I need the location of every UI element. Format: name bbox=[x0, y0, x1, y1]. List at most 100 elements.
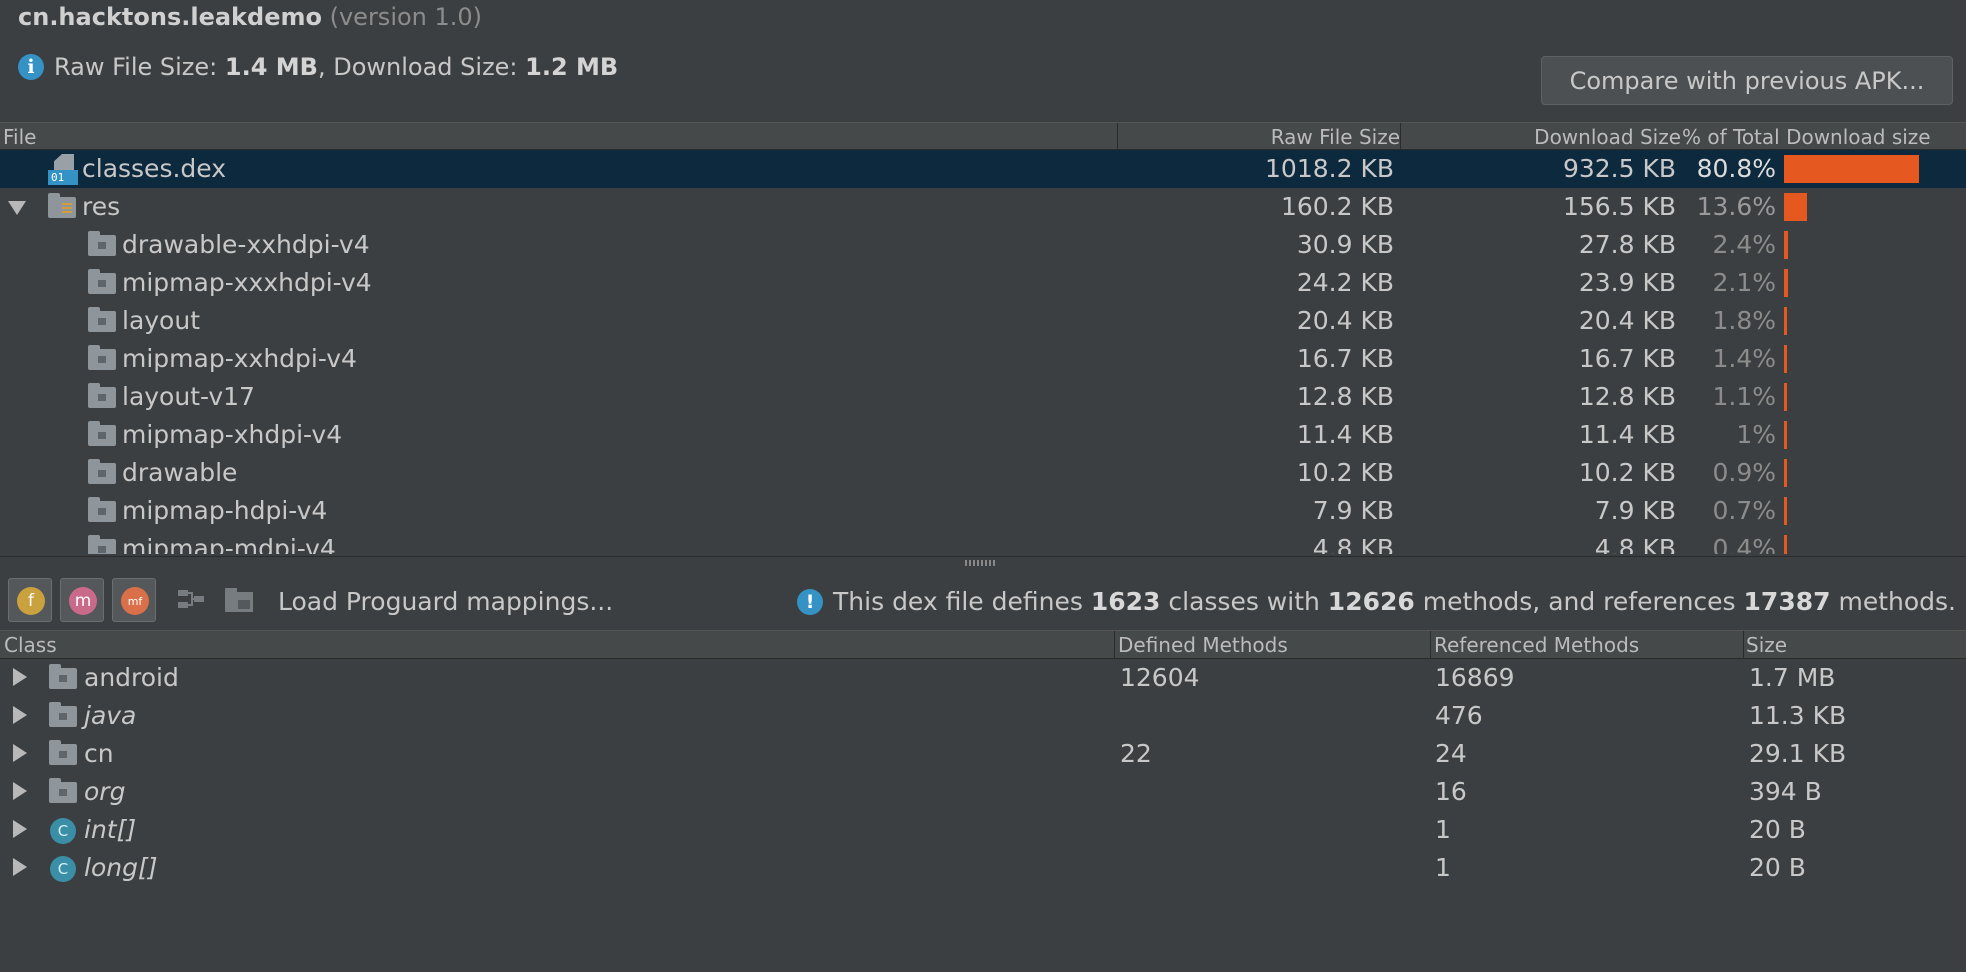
collapse-arrow-icon[interactable] bbox=[8, 201, 26, 215]
col-size[interactable]: Size bbox=[1746, 633, 1787, 657]
show-removed-icon[interactable] bbox=[176, 586, 206, 614]
show-fields-button[interactable]: f bbox=[8, 578, 52, 622]
download-share-bar bbox=[1784, 231, 1788, 259]
download-size: 12.8 KB bbox=[1578, 382, 1676, 411]
class-row[interactable]: java 476 11.3 KB bbox=[0, 697, 1966, 735]
col-raw-size[interactable]: Raw File Size bbox=[1271, 125, 1400, 149]
class-row[interactable]: org 16 394 B bbox=[0, 773, 1966, 811]
class-name: android bbox=[84, 663, 179, 692]
percent-of-total: 0.4% bbox=[1712, 534, 1776, 554]
file-name: layout-v17 bbox=[122, 382, 255, 411]
raw-file-size: 12.8 KB bbox=[1296, 382, 1394, 411]
file-name: drawable-xxhdpi-v4 bbox=[122, 230, 370, 259]
raw-file-size: 10.2 KB bbox=[1296, 458, 1394, 487]
percent-of-total: 1.1% bbox=[1712, 382, 1776, 411]
file-row[interactable]: mipmap-mdpi-v4 4.8 KB 4.8 KB 0.4% bbox=[0, 530, 1966, 554]
compare-apk-button[interactable]: Compare with previous APK... bbox=[1541, 56, 1953, 105]
dex-toolbar: f m mf Load Proguard mappings... ! This de… bbox=[0, 570, 1966, 630]
file-row[interactable]: drawable-xxhdpi-v4 30.9 KB 27.8 KB 2.4% bbox=[0, 226, 1966, 264]
referenced-methods: 1 bbox=[1435, 853, 1451, 882]
col-download-size[interactable]: Download Size bbox=[1534, 125, 1681, 149]
package-icon bbox=[49, 778, 77, 803]
class-count: 1623 bbox=[1090, 587, 1161, 616]
show-referenced-button[interactable]: mf bbox=[112, 578, 156, 622]
file-name: mipmap-xxhdpi-v4 bbox=[122, 344, 357, 373]
file-tree[interactable]: 01 classes.dex 1018.2 KB 932.5 KB 80.8% res 16… bbox=[0, 150, 1966, 554]
download-share-bar bbox=[1784, 421, 1787, 449]
file-row[interactable]: 01 classes.dex 1018.2 KB 932.5 KB 80.8% bbox=[0, 150, 1966, 188]
load-proguard-link[interactable]: Load Proguard mappings... bbox=[278, 587, 613, 616]
download-share-bar bbox=[1784, 193, 1807, 221]
download-size: 4.8 KB bbox=[1594, 534, 1676, 554]
download-size: 10.2 KB bbox=[1578, 458, 1676, 487]
file-row[interactable]: mipmap-hdpi-v4 7.9 KB 7.9 KB 0.7% bbox=[0, 492, 1966, 530]
referenced-methods: 24 bbox=[1435, 739, 1467, 768]
raw-size-label: Raw File Size: bbox=[54, 53, 218, 81]
col-percent[interactable]: % of Total Download size bbox=[1682, 125, 1931, 149]
file-row[interactable]: res 160.2 KB 156.5 KB 13.6% bbox=[0, 188, 1966, 226]
percent-of-total: 0.9% bbox=[1712, 458, 1776, 487]
info-icon: ! bbox=[797, 588, 824, 615]
class-size: 20 B bbox=[1749, 815, 1806, 844]
folder-icon bbox=[88, 497, 116, 522]
raw-file-size: 7.9 KB bbox=[1312, 496, 1394, 525]
folder-icon bbox=[88, 535, 116, 554]
expand-arrow-icon[interactable] bbox=[13, 744, 27, 762]
class-table-header: Class Defined Methods Referenced Methods… bbox=[0, 630, 1966, 659]
version-label: (version 1.0) bbox=[329, 3, 483, 31]
class-tree[interactable]: android 12604 16869 1.7 MB java 476 11.3 KB cn 2… bbox=[0, 659, 1966, 972]
col-referenced-methods[interactable]: Referenced Methods bbox=[1434, 633, 1639, 657]
class-row[interactable]: Clong[] 1 20 B bbox=[0, 849, 1966, 887]
package-icon bbox=[49, 664, 77, 689]
class-row[interactable]: cn 22 24 29.1 KB bbox=[0, 735, 1966, 773]
res-folder-icon bbox=[48, 193, 76, 218]
class-name: long[] bbox=[84, 853, 158, 882]
expand-arrow-icon[interactable] bbox=[13, 820, 27, 838]
package-icon bbox=[49, 702, 77, 727]
show-methods-button[interactable]: m bbox=[60, 578, 104, 622]
file-name: classes.dex bbox=[82, 154, 227, 183]
folder-icon bbox=[88, 345, 116, 370]
class-size: 29.1 KB bbox=[1749, 739, 1847, 768]
splitter-grip[interactable] bbox=[965, 560, 995, 566]
file-table-header: File Raw File Size Download Size % of To… bbox=[0, 122, 1966, 150]
class-icon: C bbox=[50, 856, 76, 882]
raw-file-size: 16.7 KB bbox=[1296, 344, 1394, 373]
file-row[interactable]: layout 20.4 KB 20.4 KB 1.8% bbox=[0, 302, 1966, 340]
file-name: mipmap-xhdpi-v4 bbox=[122, 420, 343, 449]
percent-of-total: 1.4% bbox=[1712, 344, 1776, 373]
m-icon: m bbox=[69, 587, 97, 615]
panel-splitter[interactable] bbox=[0, 556, 1966, 570]
expand-arrow-icon[interactable] bbox=[13, 858, 27, 876]
expand-arrow-icon[interactable] bbox=[13, 782, 27, 800]
class-row[interactable]: Cint[] 1 20 B bbox=[0, 811, 1966, 849]
expand-arrow-icon[interactable] bbox=[13, 706, 27, 724]
referenced-count: 17387 bbox=[1743, 587, 1831, 616]
percent-of-total: 2.1% bbox=[1712, 268, 1776, 297]
col-defined-methods[interactable]: Defined Methods bbox=[1118, 633, 1288, 657]
folder-icon bbox=[88, 231, 116, 256]
deobfuscate-icon[interactable] bbox=[224, 586, 254, 614]
raw-file-size: 11.4 KB bbox=[1296, 420, 1394, 449]
referenced-methods: 1 bbox=[1435, 815, 1451, 844]
file-row[interactable]: mipmap-xxxhdpi-v4 24.2 KB 23.9 KB 2.1% bbox=[0, 264, 1966, 302]
col-class[interactable]: Class bbox=[4, 633, 57, 657]
file-row[interactable]: drawable 10.2 KB 10.2 KB 0.9% bbox=[0, 454, 1966, 492]
download-share-bar bbox=[1784, 497, 1787, 525]
folder-icon bbox=[88, 459, 116, 484]
percent-of-total: 80.8% bbox=[1696, 154, 1776, 183]
percent-of-total: 1% bbox=[1736, 420, 1776, 449]
info-icon: i bbox=[18, 54, 44, 80]
class-row[interactable]: android 12604 16869 1.7 MB bbox=[0, 659, 1966, 697]
file-row[interactable]: mipmap-xhdpi-v4 11.4 KB 11.4 KB 1% bbox=[0, 416, 1966, 454]
package-icon bbox=[49, 740, 77, 765]
download-size: 16.7 KB bbox=[1578, 344, 1676, 373]
class-size: 394 B bbox=[1749, 777, 1822, 806]
file-row[interactable]: mipmap-xxhdpi-v4 16.7 KB 16.7 KB 1.4% bbox=[0, 340, 1966, 378]
expand-arrow-icon[interactable] bbox=[13, 668, 27, 686]
f-icon: f bbox=[17, 587, 45, 615]
file-name: mipmap-mdpi-v4 bbox=[122, 534, 336, 554]
apk-title: cn.hacktons.leakdemo (version 1.0) bbox=[18, 3, 482, 31]
col-file[interactable]: File bbox=[3, 125, 36, 149]
file-row[interactable]: layout-v17 12.8 KB 12.8 KB 1.1% bbox=[0, 378, 1966, 416]
